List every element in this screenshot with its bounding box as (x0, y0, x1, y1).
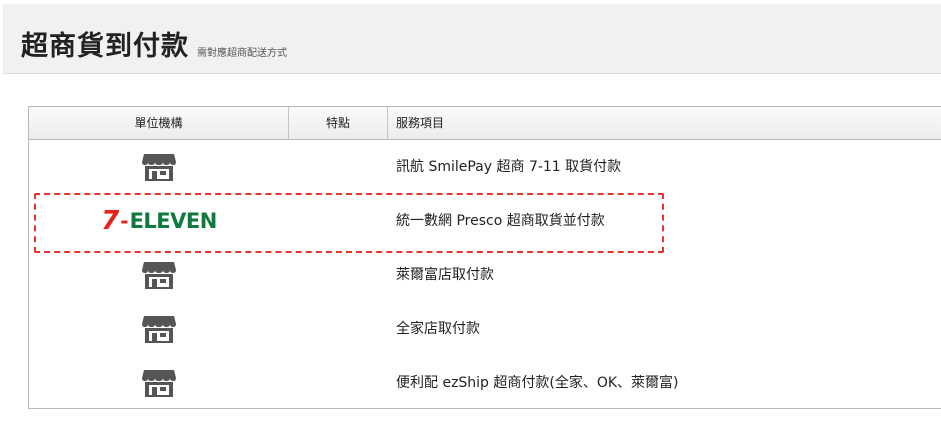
unit-cell (29, 302, 289, 356)
page-subtitle: 需對應超商配送方式 (197, 48, 287, 59)
table-row: 訊航 SmilePay 超商 7-11 取貨付款 (29, 140, 941, 194)
page-header: 超商貨到付款 需對應超商配送方式 (3, 4, 941, 74)
column-header-unit: 單位機構 (29, 107, 289, 139)
store-icon (142, 316, 176, 343)
column-header-feature: 特點 (289, 107, 388, 139)
page-title: 超商貨到付款 (21, 31, 189, 62)
highlight-annotation (34, 193, 664, 253)
table-row: 全家店取付款 (29, 302, 941, 356)
unit-cell (29, 356, 289, 410)
table-header: 單位機構 特點 服務項目 (29, 107, 941, 140)
store-icon (142, 262, 176, 289)
service-name: 全家店取付款 (396, 321, 480, 337)
store-icon (142, 154, 176, 181)
payment-methods-table: 單位機構 特點 服務項目 訊航 SmilePay 超商 7-11 取貨付款 7 … (28, 106, 941, 409)
store-icon (142, 370, 176, 397)
table-row: 萊爾富店取付款 (29, 248, 941, 302)
unit-cell (29, 140, 289, 194)
column-header-service: 服務項目 (396, 116, 445, 130)
unit-cell (29, 248, 289, 302)
service-name: 萊爾富店取付款 (396, 267, 494, 283)
service-name: 訊航 SmilePay 超商 7-11 取貨付款 (396, 159, 622, 175)
table-row: 便利配 ezShip 超商付款(全家、OK、萊爾富) (29, 356, 941, 410)
service-name: 便利配 ezShip 超商付款(全家、OK、萊爾富) (396, 375, 679, 391)
